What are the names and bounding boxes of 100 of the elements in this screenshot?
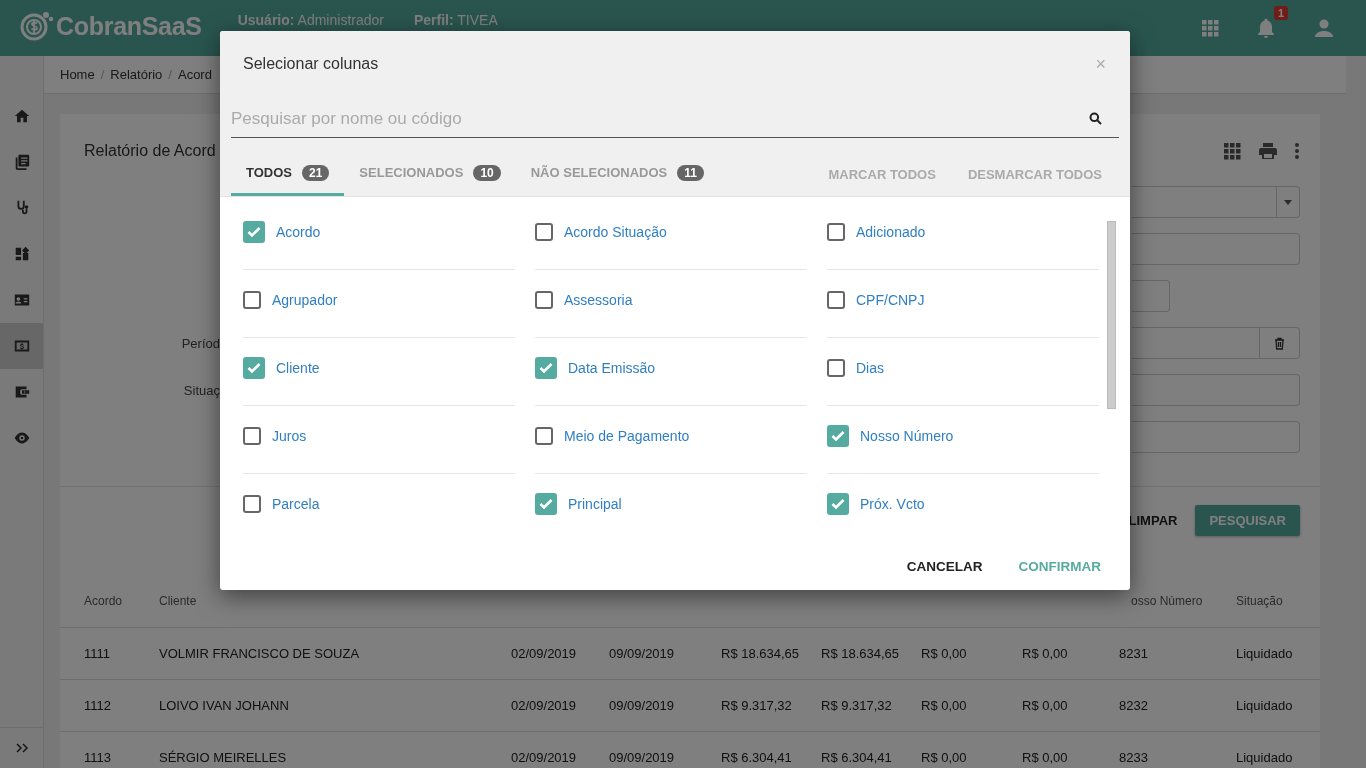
breadcrumb-separator: / — [100, 67, 105, 82]
checkbox-label[interactable]: Parcela — [272, 496, 320, 512]
checkbox[interactable] — [827, 493, 849, 515]
check-icon — [539, 498, 553, 510]
table-cell: R$ 18.634,65 — [821, 646, 900, 661]
table-cell: 02/09/2019 — [511, 750, 577, 765]
table-cell: 8233 — [1119, 750, 1148, 765]
table-cell: R$ 9.317,32 — [821, 698, 892, 713]
logo-icon — [20, 10, 54, 42]
checkbox[interactable] — [827, 290, 845, 309]
more-icon[interactable] — [1294, 142, 1300, 160]
check-icon — [247, 225, 261, 238]
tab[interactable]: SELECIONADOS 10 — [344, 152, 516, 196]
checkbox[interactable] — [243, 220, 265, 243]
checkbox-label[interactable]: Nosso Número — [860, 427, 954, 444]
checkbox-label[interactable]: Acordo Situação — [564, 223, 667, 240]
checkbox-label[interactable]: Acordo — [276, 223, 321, 240]
scrollbar[interactable] — [1107, 221, 1116, 409]
checkbox[interactable] — [827, 358, 845, 377]
checkbox[interactable] — [535, 493, 557, 515]
table-cell: SÉRGIO MEIRELLES — [159, 750, 287, 765]
trash-icon — [1274, 336, 1285, 350]
table-cell: R$ 0,00 — [921, 750, 967, 765]
checkbox[interactable] — [243, 290, 261, 309]
check-icon — [247, 361, 261, 374]
dialog-title: Selecionar colunas — [243, 55, 379, 73]
print-icon[interactable] — [1258, 141, 1278, 161]
checkbox-label[interactable]: Agrupador — [272, 291, 338, 308]
column-header: Cliente — [159, 594, 197, 608]
table-cell: R$ 18.634,65 — [721, 646, 800, 661]
table-cell: R$ 6.304,41 — [821, 750, 892, 765]
expand-icon[interactable] — [14, 742, 29, 754]
checkbox[interactable] — [827, 424, 849, 447]
clear-button[interactable]: LIMPAR — [1128, 505, 1178, 536]
count-badge: 11 — [677, 164, 704, 181]
checkbox[interactable] — [535, 426, 553, 445]
table-cell: 09/09/2019 — [609, 646, 675, 661]
checkbox[interactable] — [535, 222, 553, 241]
tab[interactable]: NÃO SELECIONADOS 11 — [515, 152, 719, 196]
table-cell: R$ 0,00 — [921, 646, 967, 661]
search-icon — [1089, 112, 1102, 125]
select-field[interactable] — [1132, 186, 1300, 218]
check-icon — [831, 429, 845, 442]
table-cell: R$ 0,00 — [921, 698, 967, 713]
table-cell: VOLMIR FRANCISCO DE SOUZA — [159, 646, 360, 661]
column-header: Acordo — [84, 594, 123, 608]
table-cell: R$ 6.304,41 — [721, 750, 792, 765]
input-field[interactable] — [1132, 280, 1170, 312]
checkbox[interactable] — [243, 356, 265, 379]
table-cell: LOIVO IVAN JOHANN — [159, 698, 289, 713]
check-icon — [831, 498, 845, 510]
notification-badge: 1 — [1273, 6, 1288, 20]
checkbox-label[interactable]: CPF/CNPJ — [856, 291, 925, 308]
tab[interactable]: TODOS 21 — [231, 152, 345, 196]
table-cell: 8232 — [1119, 698, 1148, 713]
checkbox-label[interactable]: Principal — [568, 496, 622, 512]
columns-icon[interactable] — [1222, 141, 1242, 161]
checkbox[interactable] — [535, 356, 557, 379]
input-field[interactable] — [1132, 374, 1300, 406]
breadcrumb-separator: / — [168, 67, 172, 82]
table-cell: 09/09/2019 — [609, 698, 675, 713]
sidebar-item[interactable] — [0, 323, 43, 369]
checkbox-label[interactable]: Assessoria — [564, 291, 633, 308]
input-field[interactable] — [1132, 327, 1260, 359]
checkbox-label[interactable]: Meio de Pagamento — [564, 427, 690, 444]
input-field[interactable] — [1132, 233, 1300, 265]
search-field[interactable]: Pesquisar por nome ou código — [231, 100, 1119, 138]
table-cell: R$ 0,00 — [1022, 750, 1068, 765]
table-cell: 02/09/2019 — [511, 646, 577, 661]
breadcrumb-item[interactable]: Relatório — [110, 67, 163, 82]
checkbox-label[interactable]: Data Emissão — [568, 359, 656, 376]
table-cell: R$ 9.317,32 — [721, 698, 792, 713]
checkbox-label[interactable]: Juros — [272, 427, 307, 444]
checkbox-label[interactable]: Dias — [856, 359, 884, 376]
delete-button[interactable] — [1260, 327, 1300, 359]
input-field[interactable] — [1132, 421, 1300, 453]
count-badge: 21 — [302, 164, 330, 181]
apps-icon[interactable] — [1200, 18, 1220, 38]
cancel-button[interactable]: CANCELAR — [906, 554, 983, 578]
checkbox[interactable] — [827, 222, 845, 241]
checkbox-label[interactable]: Cliente — [276, 359, 320, 376]
check-icon — [539, 361, 553, 374]
report-title: Relatório de Acord — [84, 142, 216, 160]
checkbox[interactable] — [243, 495, 261, 513]
breadcrumb-item[interactable]: Home — [60, 67, 95, 82]
table-cell: 1113 — [84, 750, 111, 765]
checkbox-label[interactable]: Adicionado — [856, 223, 926, 240]
user-info: Usuário: Administrador — [237, 12, 384, 28]
checkbox[interactable] — [243, 426, 261, 445]
home-icon — [12, 107, 31, 125]
logo-text: CobranSaaS — [56, 11, 202, 41]
checkbox[interactable] — [535, 290, 553, 309]
checkbox-label[interactable]: Próx. Vcto — [860, 496, 925, 512]
table-cell: Liquidado — [1236, 750, 1293, 765]
table-cell: R$ 0,00 — [1022, 698, 1068, 713]
table-cell: 1111 — [84, 646, 111, 661]
table-cell: 1112 — [84, 698, 111, 713]
count-badge: 10 — [473, 164, 501, 181]
confirm-button[interactable]: CONFIRMAR — [1018, 554, 1101, 578]
column-header: osso Número — [1131, 594, 1203, 608]
